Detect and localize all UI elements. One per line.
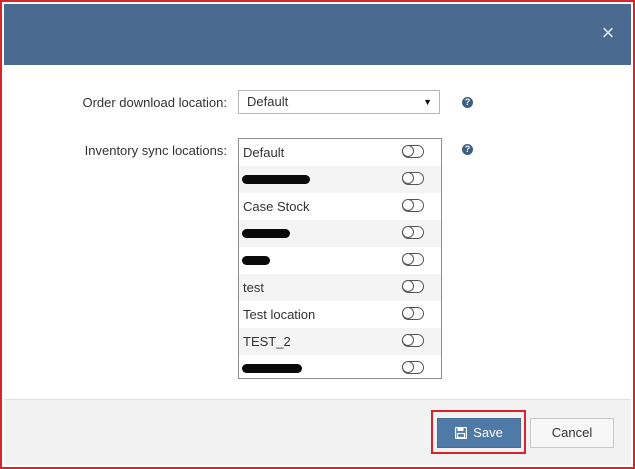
redacted-label bbox=[242, 256, 270, 265]
list-item bbox=[239, 355, 441, 378]
cancel-label: Cancel bbox=[551, 425, 593, 440]
toggle-knob-icon bbox=[402, 172, 414, 184]
redacted-label bbox=[242, 229, 290, 238]
list-item bbox=[239, 220, 441, 247]
toggle-knob-icon bbox=[402, 145, 414, 157]
list-item: test bbox=[239, 274, 441, 301]
dialog-body: Order download location: Default ▼ ? Inv… bbox=[4, 65, 631, 399]
order-download-label: Order download location: bbox=[82, 95, 227, 110]
order-download-select[interactable]: Default ▼ bbox=[238, 90, 440, 114]
location-toggle[interactable] bbox=[402, 226, 424, 239]
location-toggle[interactable] bbox=[402, 253, 424, 266]
toggle-knob-icon bbox=[402, 307, 414, 319]
list-item bbox=[239, 166, 441, 193]
list-item: TEST_2 bbox=[239, 328, 441, 355]
location-toggle[interactable] bbox=[402, 172, 424, 185]
save-button[interactable]: Save bbox=[437, 418, 521, 448]
location-toggle[interactable] bbox=[402, 307, 424, 320]
help-icon[interactable]: ? bbox=[462, 144, 473, 155]
location-label: Default bbox=[243, 145, 285, 160]
list-item bbox=[239, 247, 441, 274]
dialog-header: × bbox=[4, 4, 631, 65]
inventory-sync-label: Inventory sync locations: bbox=[84, 143, 227, 158]
inventory-sync-list[interactable]: Default Case Stock test Test location TE… bbox=[238, 138, 442, 379]
location-toggle[interactable] bbox=[402, 334, 424, 347]
toggle-knob-icon bbox=[402, 199, 414, 211]
list-item: Test location bbox=[239, 301, 441, 328]
toggle-knob-icon bbox=[402, 361, 414, 373]
redacted-label bbox=[242, 364, 302, 373]
close-icon[interactable]: × bbox=[599, 22, 617, 44]
location-toggle[interactable] bbox=[402, 145, 424, 158]
dialog-footer: Save Cancel bbox=[4, 399, 631, 465]
order-download-selected: Default bbox=[247, 94, 289, 109]
location-label: Test location bbox=[243, 307, 316, 322]
cancel-button[interactable]: Cancel bbox=[530, 418, 614, 448]
location-toggle[interactable] bbox=[402, 361, 424, 374]
location-toggle[interactable] bbox=[402, 280, 424, 293]
location-label: Case Stock bbox=[243, 199, 310, 214]
toggle-knob-icon bbox=[402, 226, 414, 238]
location-label: TEST_2 bbox=[243, 334, 291, 349]
toggle-knob-icon bbox=[402, 334, 414, 346]
floppy-disk-icon bbox=[455, 426, 468, 439]
location-label: test bbox=[243, 280, 264, 295]
save-label: Save bbox=[473, 425, 503, 440]
redacted-label bbox=[242, 175, 310, 184]
dialog-frame: × Order download location: Default ▼ ? I… bbox=[0, 0, 635, 469]
toggle-knob-icon bbox=[402, 280, 414, 292]
location-toggle[interactable] bbox=[402, 199, 424, 212]
list-item: Default bbox=[239, 139, 441, 166]
help-icon[interactable]: ? bbox=[462, 97, 473, 108]
dropdown-arrow-icon: ▼ bbox=[423, 97, 432, 107]
toggle-knob-icon bbox=[402, 253, 414, 265]
list-item: Case Stock bbox=[239, 193, 441, 220]
